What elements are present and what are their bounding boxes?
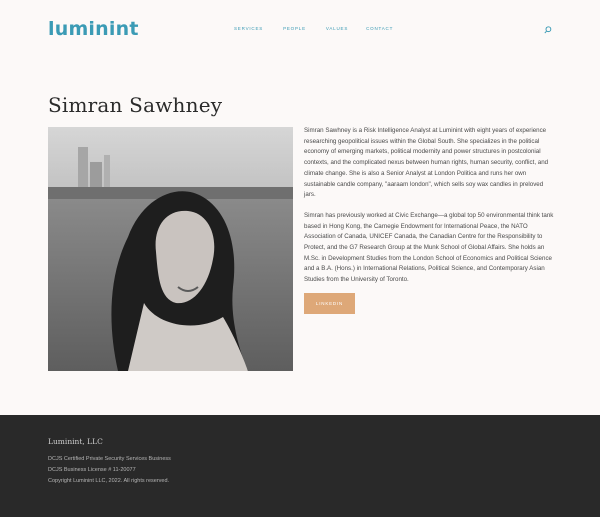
footer-copyright: Copyright Luminint LLC, 2022. All rights… <box>48 478 170 484</box>
main-nav: SERVICES PEOPLE VALUES CONTACT <box>234 26 393 31</box>
footer-certification: DCJS Certified Private Security Services… <box>48 456 171 462</box>
site-header: luminint SERVICES PEOPLE VALUES CONTACT <box>0 0 600 60</box>
nav-link-services[interactable]: SERVICES <box>234 26 263 31</box>
logo[interactable]: luminint <box>48 18 139 40</box>
nav-link-contact[interactable]: CONTACT <box>366 26 393 31</box>
linkedin-button[interactable]: LINKEDIN <box>304 293 355 314</box>
profile-name: Simran Sawhney <box>48 93 223 118</box>
site-footer: Luminint, LLC DCJS Certified Private Sec… <box>0 415 600 517</box>
bio-paragraph: Simran has previously worked at Civic Ex… <box>304 211 554 284</box>
search-icon[interactable] <box>544 26 552 34</box>
nav-link-people[interactable]: PEOPLE <box>283 26 306 31</box>
nav-link-values[interactable]: VALUES <box>326 26 348 31</box>
footer-license: DCJS Business License # 11-20077 <box>48 467 136 473</box>
portrait-image <box>48 127 293 371</box>
footer-company-name: Luminint, LLC <box>48 437 103 446</box>
profile-bio: Simran Sawhney is a Risk Intelligence An… <box>304 126 554 296</box>
profile-photo <box>48 127 293 371</box>
bio-paragraph: Simran Sawhney is a Risk Intelligence An… <box>304 127 549 199</box>
